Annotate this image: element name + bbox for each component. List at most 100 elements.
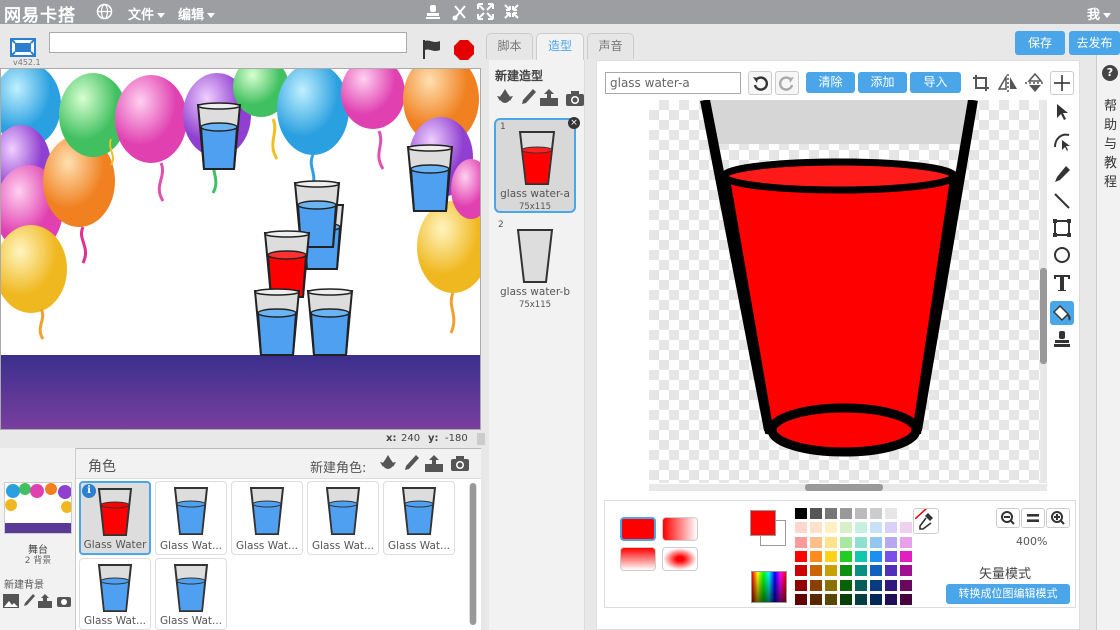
undo-button[interactable] bbox=[748, 71, 772, 95]
color-swatch[interactable] bbox=[885, 522, 897, 534]
color-swatch[interactable] bbox=[900, 508, 912, 519]
sprite-scrollbar[interactable] bbox=[469, 483, 477, 625]
help-sidebar[interactable]: ? 帮助与教程 bbox=[1096, 55, 1120, 630]
color-swatch[interactable] bbox=[855, 593, 867, 605]
color-swatch[interactable] bbox=[900, 550, 912, 562]
color-swatch[interactable] bbox=[870, 550, 882, 562]
eyedropper-button[interactable] bbox=[913, 508, 939, 534]
color-swatch[interactable] bbox=[870, 579, 882, 591]
paint-sprite-icon[interactable] bbox=[402, 454, 420, 477]
app-logo[interactable]: 网易卡搭 bbox=[4, 1, 76, 26]
sprite-tile[interactable]: Glass Water i bbox=[79, 481, 151, 555]
grow-icon[interactable] bbox=[477, 3, 494, 24]
tab-scripts[interactable]: 脚本 bbox=[486, 33, 533, 59]
color-swatch[interactable] bbox=[855, 536, 867, 548]
color-swatch[interactable] bbox=[885, 550, 897, 562]
green-flag-icon[interactable] bbox=[420, 38, 442, 63]
costume-library-icon[interactable] bbox=[495, 88, 515, 111]
color-swatch[interactable] bbox=[810, 593, 822, 605]
color-swatch[interactable] bbox=[885, 565, 897, 577]
tool-fill[interactable] bbox=[1050, 301, 1074, 325]
color-swatch[interactable] bbox=[795, 579, 807, 591]
sprite-tile[interactable]: Glass Wat... bbox=[231, 481, 303, 555]
camera-sprite-icon[interactable] bbox=[450, 455, 470, 476]
color-swatch[interactable] bbox=[900, 522, 912, 534]
paint-backdrop-icon[interactable] bbox=[22, 593, 36, 612]
user-menu[interactable]: 我 bbox=[1087, 4, 1112, 23]
flip-horizontal-icon[interactable] bbox=[996, 72, 1020, 94]
convert-to-bitmap-button[interactable]: 转换成位图编辑模式 bbox=[946, 584, 1070, 604]
sprite-library-icon[interactable] bbox=[378, 454, 398, 477]
sprite-tile[interactable]: Glass Wat... bbox=[383, 481, 455, 555]
color-swatch[interactable] bbox=[885, 593, 897, 605]
duplicate-stamp-icon[interactable] bbox=[424, 3, 442, 25]
color-swatch[interactable] bbox=[900, 593, 912, 605]
canvas-vscrollbar[interactable] bbox=[1040, 100, 1047, 483]
color-swatch[interactable] bbox=[885, 579, 897, 591]
delete-scissors-icon[interactable] bbox=[451, 3, 469, 25]
sprite-tile[interactable]: Glass Wat... bbox=[79, 558, 151, 630]
color-swatch[interactable] bbox=[840, 508, 852, 519]
zoom-in-button[interactable] bbox=[1046, 508, 1070, 528]
color-swatch[interactable] bbox=[870, 593, 882, 605]
fill-vertical-gradient-option[interactable] bbox=[620, 547, 656, 571]
upload-costume-icon[interactable] bbox=[539, 88, 559, 111]
color-swatch[interactable] bbox=[795, 522, 807, 534]
color-swatch[interactable] bbox=[870, 508, 882, 519]
color-swatch[interactable] bbox=[900, 565, 912, 577]
sprite-info-icon[interactable]: i bbox=[82, 484, 96, 498]
color-swatch[interactable] bbox=[870, 565, 882, 577]
color-swatch[interactable] bbox=[810, 550, 822, 562]
color-swatch[interactable] bbox=[870, 536, 882, 548]
color-swatch[interactable] bbox=[810, 508, 822, 519]
camera-backdrop-icon[interactable] bbox=[56, 594, 72, 611]
paint-costume-icon[interactable] bbox=[519, 88, 537, 111]
tool-select[interactable] bbox=[1050, 100, 1074, 124]
color-swatch[interactable] bbox=[855, 508, 867, 519]
color-swatch[interactable] bbox=[810, 536, 822, 548]
costume-name-input[interactable] bbox=[605, 72, 741, 94]
color-swatch[interactable] bbox=[825, 536, 837, 548]
stop-sign-icon[interactable] bbox=[453, 39, 475, 64]
color-swatch[interactable] bbox=[855, 522, 867, 534]
color-picker-spectrum[interactable] bbox=[751, 571, 787, 603]
color-swatch[interactable] bbox=[795, 565, 807, 577]
redo-button[interactable] bbox=[775, 71, 799, 95]
import-button[interactable]: 导入 bbox=[910, 72, 961, 93]
color-swatch[interactable] bbox=[840, 550, 852, 562]
fill-horizontal-gradient-option[interactable] bbox=[662, 517, 698, 541]
set-center-crosshair-icon[interactable] bbox=[1050, 71, 1074, 95]
color-swatch[interactable] bbox=[855, 565, 867, 577]
file-menu[interactable]: 文件 bbox=[128, 4, 166, 23]
color-swatch[interactable] bbox=[840, 522, 852, 534]
color-swatch[interactable] bbox=[855, 579, 867, 591]
color-swatch[interactable] bbox=[825, 579, 837, 591]
zoom-out-button[interactable] bbox=[996, 508, 1020, 528]
zoom-reset-button[interactable] bbox=[1021, 508, 1045, 528]
color-swatch[interactable] bbox=[810, 522, 822, 534]
project-title-input[interactable] bbox=[49, 32, 407, 53]
stage-thumbnail[interactable] bbox=[4, 482, 72, 534]
tool-text[interactable] bbox=[1050, 271, 1074, 295]
tool-rectangle[interactable] bbox=[1050, 216, 1074, 240]
color-swatch[interactable] bbox=[900, 579, 912, 591]
color-swatch[interactable] bbox=[825, 522, 837, 534]
camera-costume-icon[interactable] bbox=[565, 90, 585, 111]
add-button[interactable]: 添加 bbox=[858, 72, 907, 93]
color-swatch[interactable] bbox=[840, 536, 852, 548]
color-swatch[interactable] bbox=[825, 508, 837, 519]
save-button[interactable]: 保存 bbox=[1015, 31, 1065, 55]
stage-canvas[interactable] bbox=[0, 68, 481, 430]
color-swatch[interactable] bbox=[795, 536, 807, 548]
color-swatch[interactable] bbox=[825, 565, 837, 577]
costume-canvas[interactable] bbox=[649, 100, 1047, 483]
color-swatch[interactable] bbox=[795, 508, 807, 519]
backdrop-library-icon[interactable] bbox=[3, 594, 19, 611]
tool-ellipse[interactable] bbox=[1050, 243, 1074, 267]
delete-costume-icon[interactable]: × bbox=[568, 117, 580, 129]
color-swatch[interactable] bbox=[840, 593, 852, 605]
color-swatch[interactable] bbox=[885, 508, 897, 519]
costume-tile[interactable]: 1 glass water-a 75x115 × bbox=[494, 117, 580, 213]
color-swatch[interactable] bbox=[885, 536, 897, 548]
flip-vertical-icon[interactable] bbox=[1023, 72, 1047, 94]
